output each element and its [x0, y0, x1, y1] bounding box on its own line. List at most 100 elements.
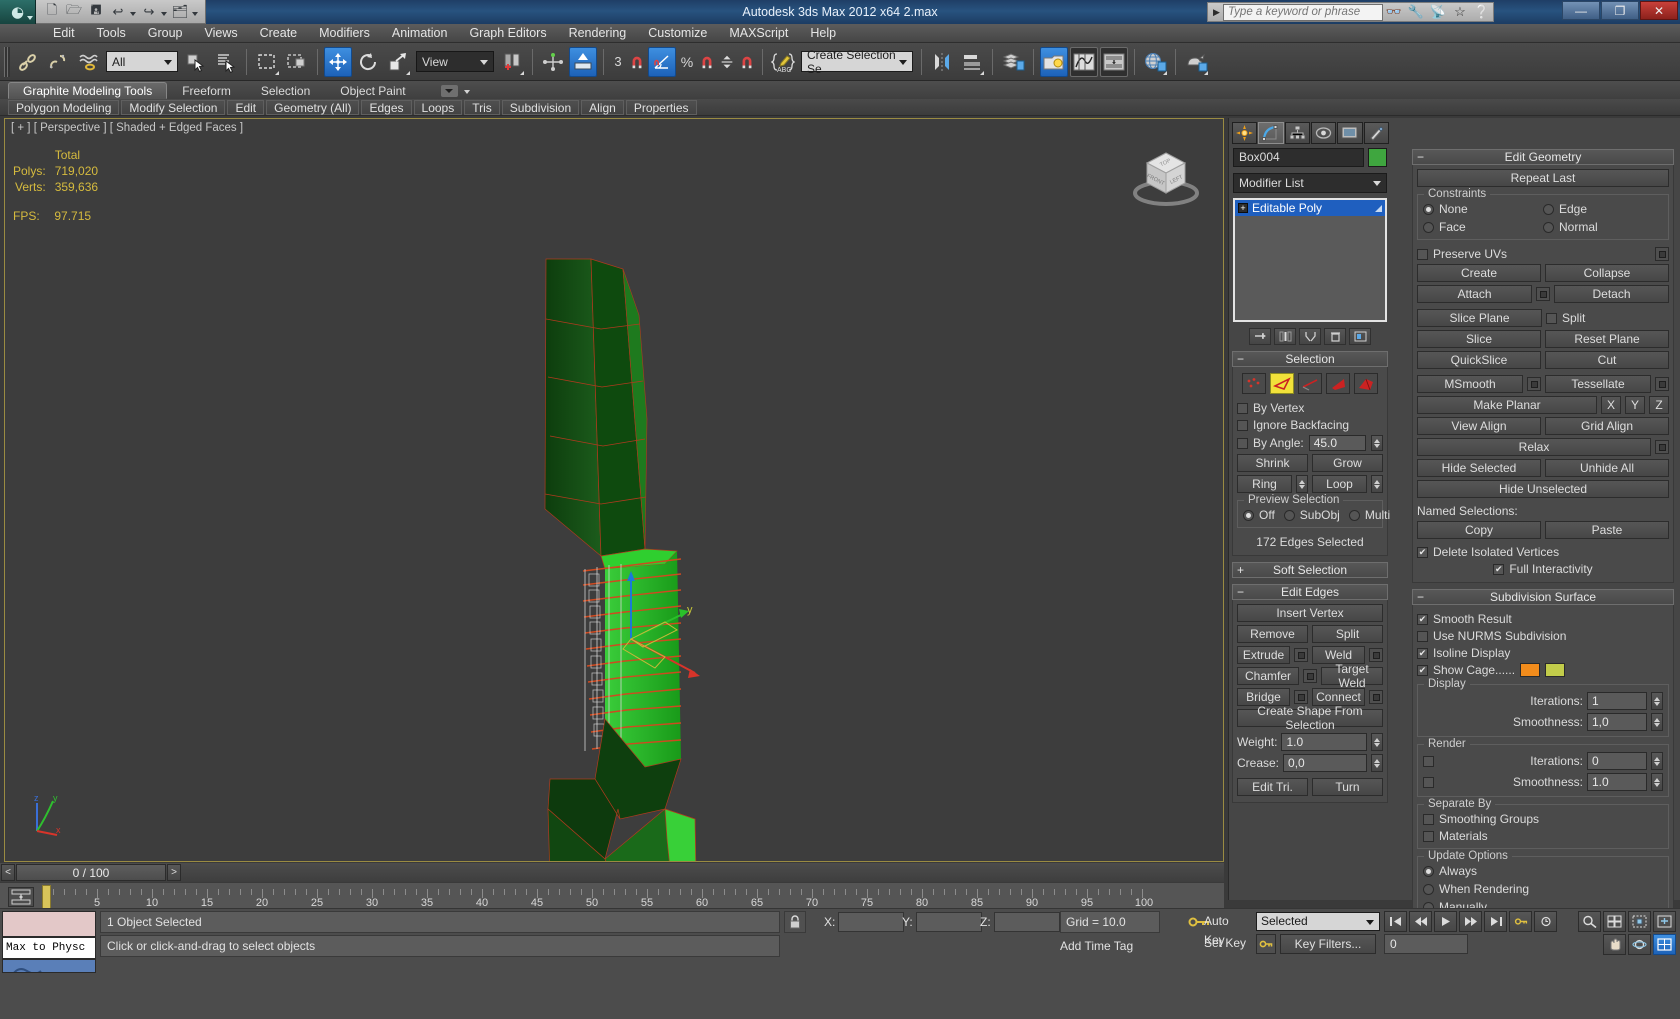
constraint-face-radio[interactable]: Face [1423, 220, 1543, 234]
cut-button[interactable]: Cut [1545, 351, 1669, 369]
tessellate-button[interactable]: Tessellate [1545, 375, 1651, 393]
named-selection-sets-combo[interactable]: Create Selection Se [801, 48, 913, 76]
object-color-swatch[interactable] [1368, 148, 1387, 167]
motion-tab-icon[interactable] [1310, 122, 1337, 144]
ribbon-minimize-button[interactable] [440, 85, 458, 97]
target-weld-button[interactable]: Target Weld [1321, 662, 1383, 690]
material-editor-icon[interactable] [1040, 46, 1068, 77]
use-nurms-checkbox[interactable]: Use NURMS Subdivision [1417, 629, 1669, 643]
render-setup-icon[interactable] [1141, 47, 1169, 77]
render-production-icon[interactable] [1182, 47, 1210, 77]
bridge-settings-button[interactable] [1294, 690, 1308, 704]
make-planar-y-button[interactable]: Y [1625, 396, 1645, 414]
render-smoothness-checkbox[interactable] [1423, 776, 1434, 788]
preview-off-radio[interactable]: Off [1243, 508, 1275, 522]
go-to-end-icon[interactable] [1484, 911, 1507, 932]
save-file-icon[interactable]: 🖪 [86, 2, 106, 21]
search-input[interactable] [1223, 3, 1383, 21]
layer-manager-icon[interactable] [999, 47, 1027, 77]
by-angle-field[interactable]: 45.0 [1308, 435, 1366, 451]
show-cage-color-2[interactable] [1545, 663, 1566, 677]
redo-icon[interactable]: ↪ [139, 2, 159, 21]
ribbon-panel-loops[interactable]: Loops [413, 99, 463, 115]
loop-button[interactable]: Loop [1312, 475, 1367, 493]
show-cage-color-1[interactable] [1520, 663, 1541, 677]
tab-selection[interactable]: Selection [246, 82, 325, 99]
perspective-viewport[interactable]: [ + ] [ Perspective ] [ Shaded + Edged F… [4, 118, 1224, 862]
angle-snap-toggle-icon[interactable] [648, 46, 676, 77]
reference-coordinate-system-combo[interactable]: View [416, 51, 494, 72]
menu-item-customize[interactable]: Customize [637, 24, 718, 43]
smooth-result-checkbox[interactable]: Smooth Result [1417, 612, 1669, 626]
create-button[interactable]: Create [1417, 264, 1541, 282]
make-planar-z-button[interactable]: Z [1649, 396, 1669, 414]
menu-item-tools[interactable]: Tools [86, 24, 137, 43]
isoline-display-checkbox[interactable]: Isoline Display [1417, 646, 1669, 660]
application-menu-button[interactable]: ◕ [0, 0, 36, 24]
connect-settings-button[interactable] [1369, 690, 1383, 704]
split-checkbox[interactable]: Split [1546, 311, 1669, 325]
make-unique-icon[interactable] [1299, 328, 1321, 345]
undo-dropdown-icon[interactable] [130, 11, 136, 16]
zoom-all-icon[interactable] [1603, 911, 1626, 932]
redo-dropdown-icon[interactable] [161, 11, 167, 16]
zoom-region-icon[interactable] [1653, 911, 1676, 932]
select-object-icon[interactable] [182, 47, 210, 77]
unlink-selection-icon[interactable] [44, 47, 72, 77]
menu-item-help[interactable]: Help [799, 24, 847, 43]
slice-button[interactable]: Slice [1417, 330, 1541, 348]
menu-item-rendering[interactable]: Rendering [558, 24, 638, 43]
select-and-uniform-scale-icon[interactable] [384, 47, 412, 77]
show-cage-checkbox[interactable]: Show Cage...... [1417, 663, 1669, 677]
constraint-none-radio[interactable]: None [1423, 202, 1543, 216]
copy-button[interactable]: Copy [1417, 521, 1541, 539]
soft-selection-rollout-header[interactable]: + Soft Selection [1232, 562, 1388, 578]
render-smoothness-spinner[interactable] [1651, 773, 1663, 791]
add-time-tag-button[interactable]: Add Time Tag [1060, 935, 1180, 957]
spinner-magnet-icon[interactable] [738, 47, 756, 77]
tab-freeform[interactable]: Freeform [167, 82, 246, 99]
auto-key-button[interactable]: Auto Key [1204, 912, 1252, 947]
ribbon-panel-polygon-modeling[interactable]: Polygon Modeling [8, 99, 120, 115]
display-iterations-field[interactable]: 1 [1587, 692, 1647, 710]
use-pivot-point-center-icon[interactable] [498, 47, 526, 77]
modify-tab-icon[interactable] [1258, 122, 1284, 144]
weld-settings-button[interactable] [1369, 648, 1383, 662]
render-smoothness-field[interactable]: 1.0 [1587, 773, 1647, 791]
selection-rollout-header[interactable]: − Selection [1232, 351, 1388, 367]
preview-subobj-radio[interactable]: SubObj [1283, 508, 1340, 522]
preview-multi-radio[interactable]: Multi [1348, 508, 1390, 522]
percent-snap-toggle-icon[interactable] [698, 47, 716, 77]
configure-modifier-sets-icon[interactable] [1349, 328, 1371, 345]
zoom-extents-icon[interactable] [1628, 911, 1651, 932]
binoculars-icon[interactable]: 👓 [1383, 3, 1405, 22]
time-slider[interactable]: < 0 / 100 > [0, 863, 1224, 882]
weight-spinner[interactable] [1371, 733, 1383, 751]
extrude-settings-button[interactable] [1294, 648, 1308, 662]
coord-x-field[interactable] [838, 912, 905, 932]
show-end-result-icon[interactable] [1274, 328, 1296, 345]
render-iterations-spinner[interactable] [1651, 752, 1663, 770]
edit-named-selection-sets-icon[interactable]: ABC [769, 47, 797, 77]
edge-subobject-icon[interactable] [1270, 373, 1294, 394]
render-iterations-checkbox[interactable] [1423, 755, 1434, 767]
preserve-uvs-checkbox[interactable]: Preserve UVs [1417, 247, 1651, 261]
quickslice-button[interactable]: QuickSlice [1417, 351, 1541, 369]
extrude-button[interactable]: Extrude [1237, 646, 1290, 664]
key-filters-button[interactable]: Key Filters... [1280, 934, 1376, 954]
pan-view-icon[interactable] [1603, 934, 1626, 955]
time-configuration-icon[interactable] [1534, 911, 1557, 932]
ring-button[interactable]: Ring [1237, 475, 1292, 493]
set-key-icon[interactable] [1256, 934, 1276, 954]
attach-settings-button[interactable] [1536, 287, 1550, 301]
coord-z-field[interactable] [993, 912, 1060, 932]
modifier-list-combo[interactable]: Modifier List [1233, 173, 1387, 193]
magnet-icon[interactable] [628, 47, 646, 77]
grow-button[interactable]: Grow [1312, 454, 1383, 472]
utilities-tab-icon[interactable] [1363, 122, 1389, 144]
satellite-icon[interactable]: 📡 [1427, 3, 1449, 22]
create-tab-icon[interactable] [1232, 122, 1258, 144]
previous-frame-arrow[interactable]: < [1, 864, 15, 881]
toolbar-grip[interactable] [4, 46, 10, 77]
display-iterations-spinner[interactable] [1651, 692, 1663, 710]
